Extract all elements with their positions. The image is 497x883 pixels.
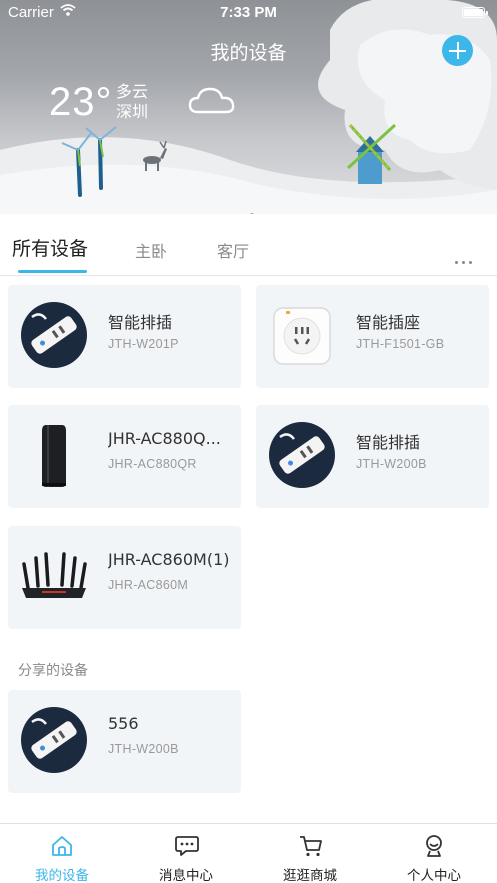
add-device-button[interactable] — [442, 35, 473, 66]
nav-label: 逛逛商城 — [283, 868, 337, 883]
more-dots-icon[interactable] — [455, 249, 476, 268]
battery-icon — [462, 7, 488, 18]
device-model: JTH-W201P — [108, 337, 179, 351]
clock: 7:33 PM — [220, 4, 277, 21]
weather-banner: Carrier 7:33 PM 我的设备 23° 多云 深圳 — [0, 0, 497, 214]
status-bar: Carrier 7:33 PM — [0, 0, 497, 26]
antenna-router-icon — [22, 552, 87, 598]
device-card[interactable]: JHR-AC880Q... JHR-AC880QR — [8, 405, 241, 508]
device-model: JTH-W200B — [356, 457, 427, 471]
active-tab-indicator — [18, 270, 87, 273]
home-icon — [52, 836, 72, 856]
nav-my-devices[interactable]: 我的设备 — [0, 824, 124, 883]
tower-router-icon — [42, 425, 66, 487]
nav-shop[interactable]: 逛逛商城 — [248, 824, 372, 883]
device-model: JTH-W200B — [108, 742, 179, 756]
banner-page-indicator — [0, 202, 497, 214]
device-model: JHR-AC860M — [108, 578, 189, 592]
weather-city: 深圳 — [116, 102, 149, 121]
user-icon — [426, 835, 442, 857]
shared-device-card[interactable]: 556 JTH-W200B — [8, 690, 241, 793]
nav-messages[interactable]: 消息中心 — [124, 824, 248, 883]
device-name: 智能排插 — [356, 433, 421, 452]
device-name: 智能排插 — [108, 313, 173, 332]
tab-all-devices[interactable]: 所有设备 — [12, 234, 88, 261]
device-model: JTH-F1501-GB — [356, 337, 445, 351]
device-card[interactable]: JHR-AC860M(1) JHR-AC860M — [8, 526, 241, 629]
device-model: JHR-AC880QR — [108, 457, 197, 471]
message-icon — [175, 836, 199, 856]
cloud-icon — [188, 87, 235, 114]
shared-devices-label: 分享的设备 — [18, 663, 88, 679]
smart-socket-icon — [273, 307, 331, 365]
bottom-nav: 我的设备 消息中心 逛逛商城 个人中心 — [0, 823, 497, 883]
cart-icon — [300, 836, 322, 857]
device-name: JHR-AC860M(1) — [108, 550, 230, 569]
device-name: JHR-AC880Q... — [108, 429, 221, 448]
device-name: 智能插座 — [356, 313, 421, 332]
temperature: 23° — [49, 80, 113, 124]
device-card[interactable]: 智能插座 JTH-F1501-GB — [256, 285, 489, 388]
weather-condition: 多云 — [116, 82, 149, 101]
power-strip-icon — [21, 707, 87, 773]
power-strip-icon — [21, 302, 87, 368]
page-title: 我的设备 — [210, 42, 287, 64]
device-name: 556 — [108, 714, 139, 733]
nav-label: 个人中心 — [407, 868, 461, 883]
tab-living-room[interactable]: 客厅 — [217, 238, 249, 262]
nav-label: 我的设备 — [35, 868, 89, 883]
power-strip-icon — [269, 422, 335, 488]
nav-profile[interactable]: 个人中心 — [372, 824, 496, 883]
nav-label: 消息中心 — [159, 868, 213, 883]
device-card[interactable]: 智能排插 JTH-W200B — [256, 405, 489, 508]
room-tabs: 所有设备 主卧 客厅 — [0, 214, 497, 276]
device-card[interactable]: 智能排插 JTH-W201P — [8, 285, 241, 388]
weather-info: 多云 深圳 — [116, 82, 148, 122]
tab-master-bedroom[interactable]: 主卧 — [135, 238, 167, 262]
